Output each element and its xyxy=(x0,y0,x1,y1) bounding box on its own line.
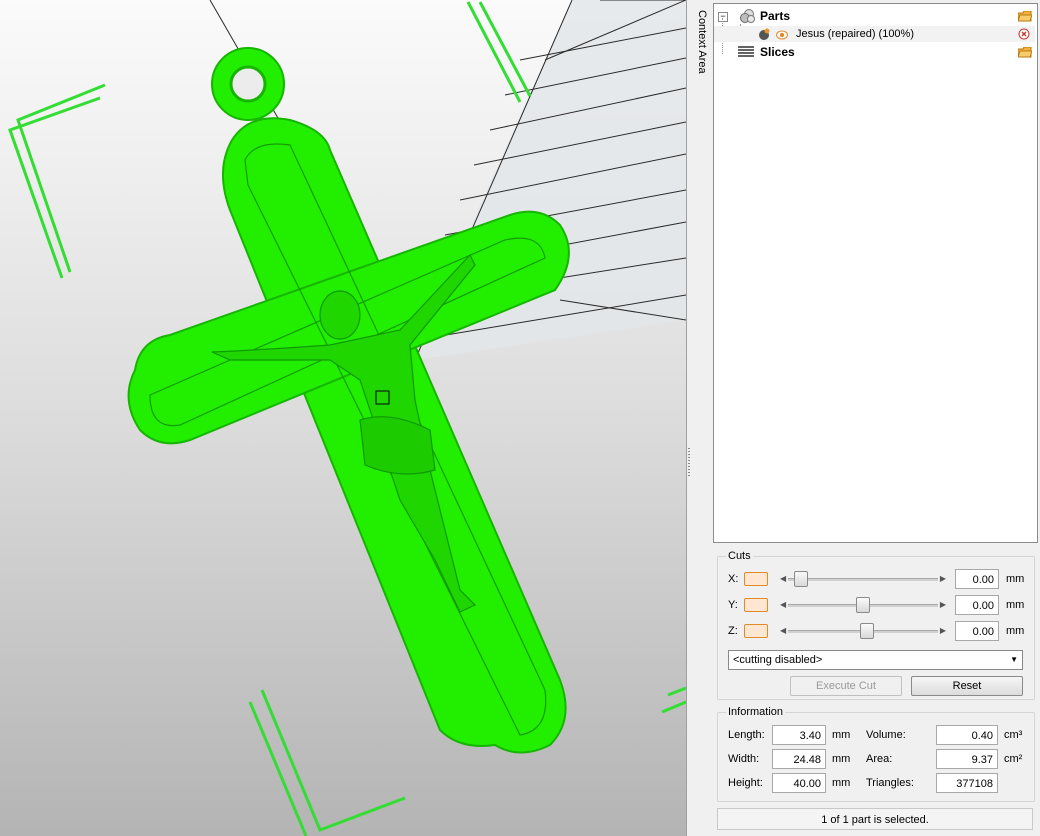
area-unit: cm² xyxy=(1004,753,1023,765)
execute-cut-button[interactable]: Execute Cut xyxy=(790,676,902,696)
area-label: Area: xyxy=(866,753,893,765)
cut-z-unit: mm xyxy=(1006,625,1025,637)
slices-label: Slices xyxy=(760,45,795,59)
cuts-group: Cuts X: ◀ ▶ 0.00 mm Y: ◀ ▶ 0.00 mm Z: ◀ … xyxy=(717,550,1035,700)
cut-y-thumb[interactable] xyxy=(856,597,870,613)
volume-label: Volume: xyxy=(866,729,906,741)
length-unit: mm xyxy=(832,729,851,741)
cut-y-slider[interactable]: ◀ ▶ xyxy=(778,597,948,613)
context-area-label: Context Area xyxy=(696,10,708,74)
3d-viewport[interactable] xyxy=(0,0,686,836)
cut-y-input[interactable]: 0.00 xyxy=(955,595,999,615)
context-area-tab[interactable]: Context Area xyxy=(692,0,712,120)
volume-unit: cm³ xyxy=(1004,729,1023,741)
reset-button[interactable]: Reset xyxy=(911,676,1023,696)
parts-icon xyxy=(740,9,756,23)
slices-icon xyxy=(738,46,754,58)
cut-x-slider[interactable]: ◀ ▶ xyxy=(778,571,948,587)
height-value: 40.00 xyxy=(772,773,826,793)
length-label: Length: xyxy=(728,729,765,741)
selection-status: 1 of 1 part is selected. xyxy=(717,808,1033,830)
cut-z-slider[interactable]: ◀ ▶ xyxy=(778,623,948,639)
viewport-scene xyxy=(8,0,686,836)
folder-open-icon[interactable] xyxy=(1017,46,1033,58)
cutting-mode-select[interactable]: <cutting disabled> ▼ xyxy=(728,650,1023,670)
volume-value: 0.40 xyxy=(936,725,998,745)
model-part-icon xyxy=(758,28,770,40)
cut-y-unit: mm xyxy=(1006,599,1025,611)
panel-splitter[interactable] xyxy=(686,0,693,836)
folder-open-icon[interactable] xyxy=(1017,10,1033,22)
axis-label-z: Z: xyxy=(728,625,738,637)
width-value: 24.48 xyxy=(772,749,826,769)
width-unit: mm xyxy=(832,753,851,765)
cut-x-color[interactable] xyxy=(744,572,768,586)
cuts-title: Cuts xyxy=(726,550,753,562)
cut-y-color[interactable] xyxy=(744,598,768,612)
part-label: Jesus (repaired) (100%) xyxy=(796,28,914,40)
tree-row-part[interactable]: Jesus (repaired) (100%) xyxy=(714,26,1035,42)
triangles-label: Triangles: xyxy=(866,777,914,789)
axis-label-x: X: xyxy=(728,573,739,585)
cut-z-color[interactable] xyxy=(744,624,768,638)
information-title: Information xyxy=(726,706,786,718)
properties-panel: Cuts X: ◀ ▶ 0.00 mm Y: ◀ ▶ 0.00 mm Z: ◀ … xyxy=(713,546,1036,836)
cutting-mode-value: <cutting disabled> xyxy=(733,654,823,666)
triangles-value: 377108 xyxy=(936,773,998,793)
width-label: Width: xyxy=(728,753,760,765)
eye-icon[interactable] xyxy=(776,29,788,40)
remove-icon[interactable] xyxy=(1018,28,1030,40)
cross-model xyxy=(127,47,570,754)
cut-x-input[interactable]: 0.00 xyxy=(955,569,999,589)
cut-x-unit: mm xyxy=(1006,573,1025,585)
cut-x-thumb[interactable] xyxy=(794,571,808,587)
parts-tree[interactable]: − Parts Jesus (repaired) (100%) Slices xyxy=(713,3,1038,543)
length-value: 3.40 xyxy=(772,725,826,745)
height-label: Height: xyxy=(728,777,763,789)
area-value: 9.37 xyxy=(936,749,998,769)
splitter-grip[interactable] xyxy=(688,448,690,478)
parts-label: Parts xyxy=(760,9,791,23)
cut-z-thumb[interactable] xyxy=(860,623,874,639)
chevron-down-icon: ▼ xyxy=(1010,655,1018,664)
height-unit: mm xyxy=(832,777,851,789)
axis-label-y: Y: xyxy=(728,599,738,611)
information-group: Information Length: 3.40 mm Width: 24.48… xyxy=(717,706,1035,802)
cut-z-input[interactable]: 0.00 xyxy=(955,621,999,641)
